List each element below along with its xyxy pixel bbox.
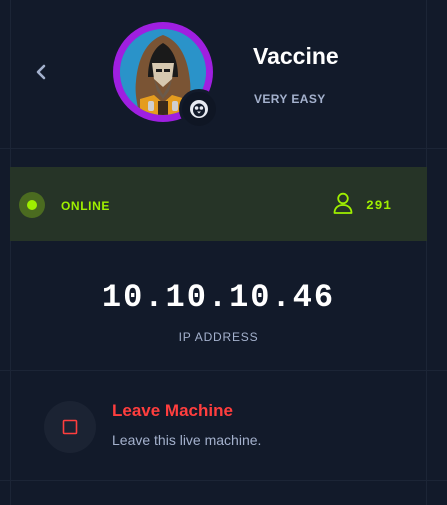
stop-square-icon xyxy=(62,419,78,435)
user-count: 291 xyxy=(366,198,392,213)
grid-line-leave-bottom xyxy=(0,480,447,481)
leave-machine-description: Leave this live machine. xyxy=(112,432,262,448)
grid-line-header-bottom xyxy=(0,148,447,149)
machine-avatar xyxy=(113,22,219,129)
online-status-icon xyxy=(19,192,45,218)
difficulty-label: VERY EASY xyxy=(254,92,326,106)
grid-line-ip-bottom xyxy=(0,370,447,371)
chevron-left-icon xyxy=(36,64,46,80)
online-status-dot xyxy=(27,200,37,210)
machine-title: Vaccine xyxy=(253,43,339,69)
leave-machine-icon-button[interactable] xyxy=(44,401,96,453)
os-badge xyxy=(179,89,219,129)
grid-line-vertical-left xyxy=(10,0,11,505)
ip-address-value[interactable]: 10.10.10.46 xyxy=(0,279,437,316)
linux-tux-icon xyxy=(190,100,208,118)
back-button[interactable] xyxy=(28,58,54,86)
status-label: ONLINE xyxy=(61,199,110,213)
ip-address-label: IP ADDRESS xyxy=(178,330,259,344)
leave-machine-button[interactable]: Leave Machine xyxy=(112,401,233,421)
status-bar: ONLINE 291 xyxy=(10,167,427,241)
grid-line-vertical-right xyxy=(426,0,427,505)
user-icon xyxy=(333,192,353,214)
